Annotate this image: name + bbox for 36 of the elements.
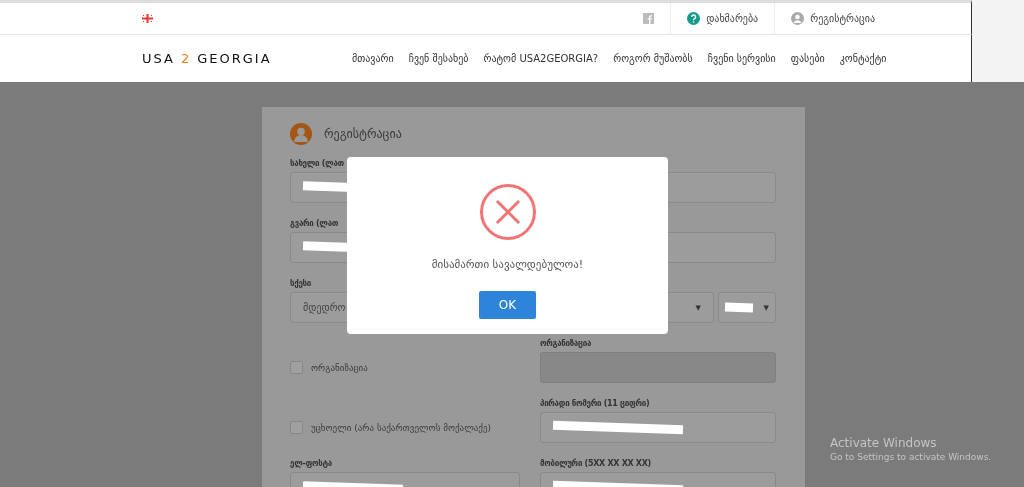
logo-text: USA [142,51,175,66]
avatar-icon [290,123,312,145]
field-label: ორგანიზაცია [540,339,591,348]
redaction-mark [724,302,754,313]
facebook-icon[interactable] [643,13,655,24]
checkbox[interactable] [290,361,303,374]
checkbox[interactable] [290,421,303,434]
register-link[interactable]: რეგისტრაცია [810,13,875,24]
form-title: რეგისტრაცია [324,127,402,141]
nav-link[interactable]: რატომ USA2GEORGIA? [483,53,599,64]
nav-link[interactable]: როგორ მუშაობს [613,53,693,64]
logo-text: GEORGIA [197,51,272,66]
nav-link[interactable]: მთავარი [352,53,394,64]
logo-text: 2 [180,51,192,66]
flag-icon [142,14,153,23]
field-label: მობილური (5XX XX XX XX) [540,459,651,468]
ok-button[interactable]: OK [479,291,536,319]
field-label: სქესი [290,279,312,288]
error-message: მისამართი სავალდებულოა! [431,258,584,271]
checkbox-label: უცხოელი (არა საქართველოს მოქალაქე) [311,422,491,433]
nav-link[interactable]: ჩვენი სერვისი [707,53,776,64]
field-label: სახელი (ლათ [290,159,344,168]
field-label: ელ-ფოსტა [290,459,332,468]
help-icon[interactable] [687,12,701,25]
field-label: პირადი ნომერი (11 ციფრი) [540,399,650,408]
nav-link[interactable]: კონტაქტი [839,53,887,64]
field-label: გვარი (ლათ [290,219,339,228]
checkbox-label: ორგანიზაცია [311,362,368,373]
activation-hint: Go to Settings to activate Windows. [830,452,992,462]
activation-title: Activate Windows [830,436,938,450]
nav-link[interactable]: ფასები [790,53,825,64]
input-field[interactable] [540,412,776,443]
help-link[interactable]: დახმარება [706,13,759,24]
user-icon[interactable] [791,12,805,25]
nav-link[interactable]: ჩვენ შესახებ [408,53,469,64]
error-icon [479,184,536,240]
